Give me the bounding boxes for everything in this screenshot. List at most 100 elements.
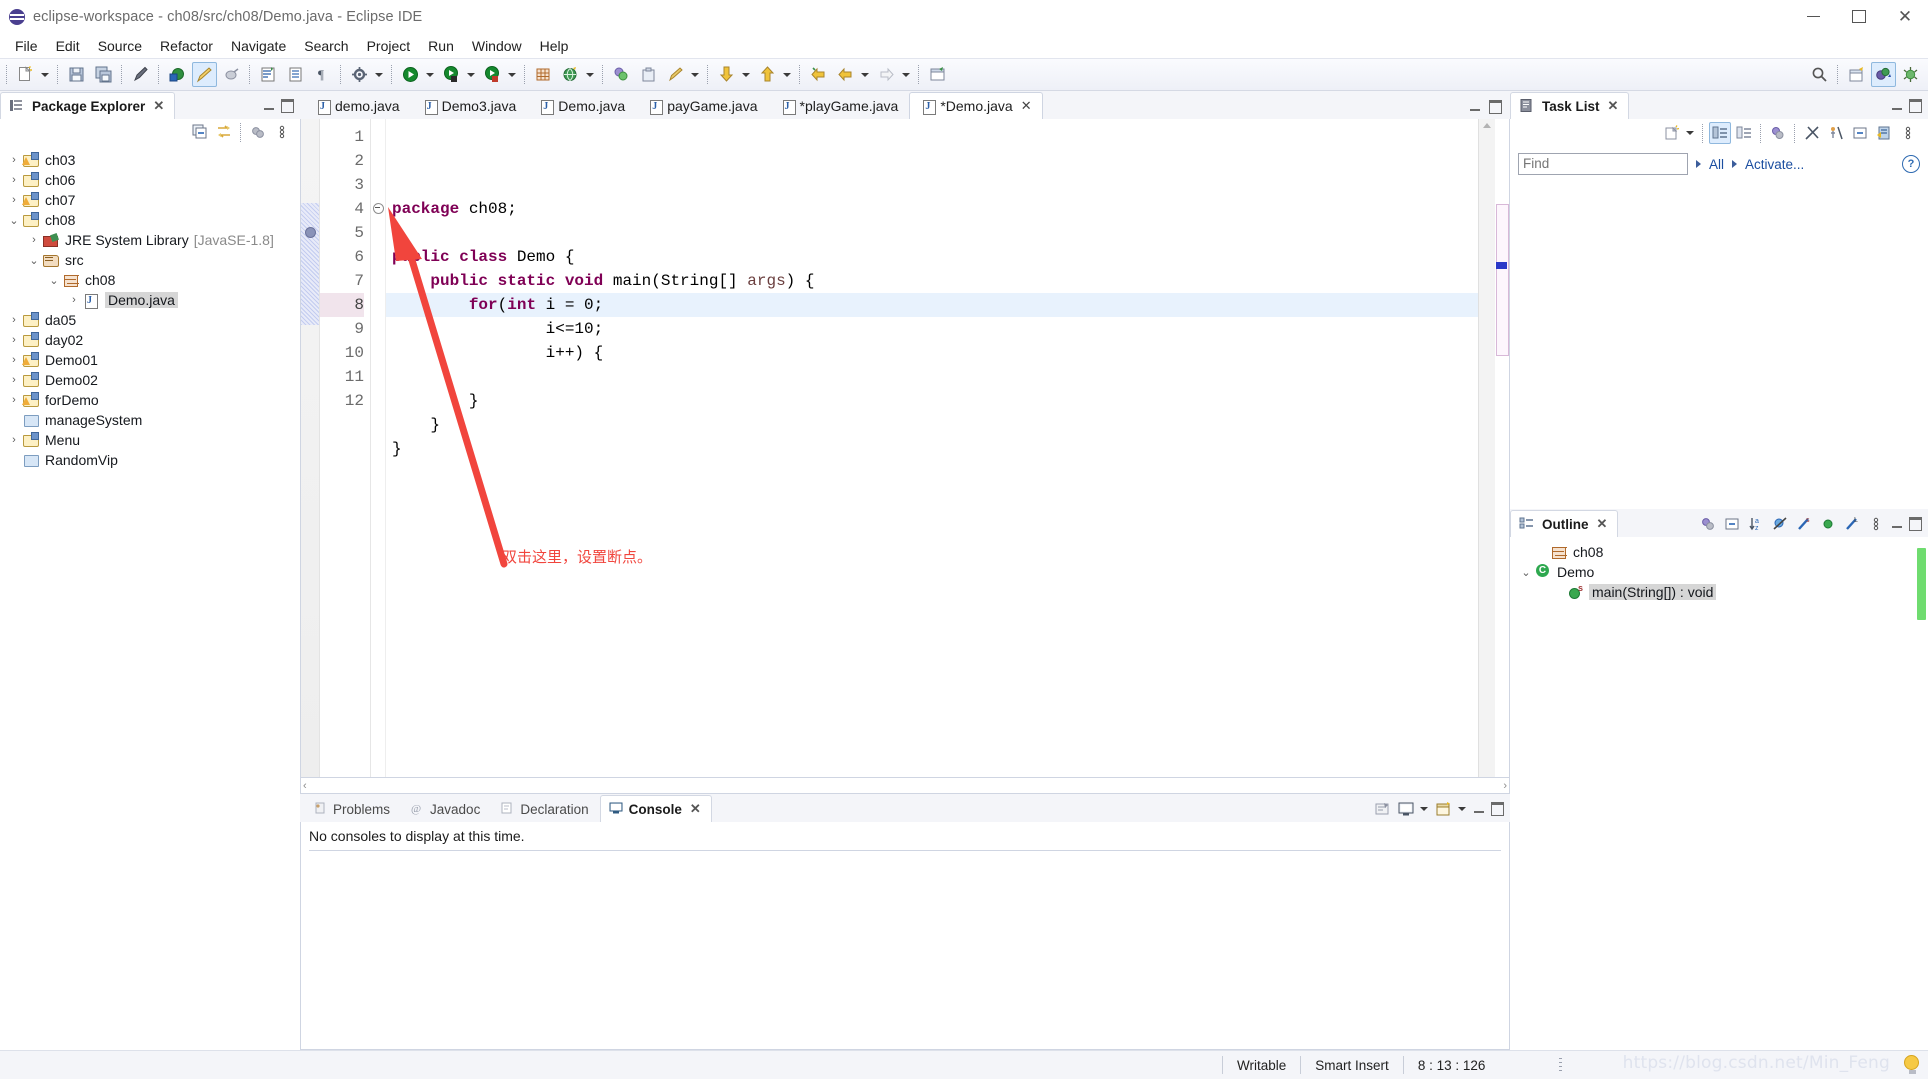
- forward-arrow-grey-icon[interactable]: [874, 62, 899, 87]
- twisty-collapsed-icon[interactable]: ›: [6, 374, 22, 386]
- find-input[interactable]: [1518, 153, 1688, 175]
- arrow-down-dropdown-icon[interactable]: [740, 63, 752, 86]
- categorized-presentation-icon[interactable]: [1709, 122, 1731, 144]
- coverage-dropdown-icon[interactable]: [506, 63, 518, 86]
- new-java-class-icon[interactable]: [283, 62, 308, 87]
- maximize-icon[interactable]: [1488, 800, 1506, 818]
- edit-note-dropdown-icon[interactable]: [689, 63, 701, 86]
- tree-item-managesystem[interactable]: ›manageSystem: [0, 410, 300, 430]
- perspective-shortcut-icon[interactable]: [925, 62, 950, 87]
- tree-item-demo02[interactable]: › Demo02: [0, 370, 300, 390]
- tree-item-da05[interactable]: › da05: [0, 310, 300, 330]
- display-console-dropdown-icon[interactable]: [1418, 798, 1430, 821]
- editor-tab-demojava[interactable]: demo.java: [304, 92, 411, 119]
- editor-vertical-scrollbar[interactable]: [1495, 119, 1509, 777]
- forward-arrow-icon[interactable]: [833, 62, 858, 87]
- tree-item-ch08[interactable]: ⌄ ch08: [0, 270, 300, 290]
- collapse-all-icon[interactable]: [1849, 122, 1871, 144]
- java-perspective-icon[interactable]: [1871, 62, 1896, 87]
- tree-item-ch03[interactable]: › ch03: [0, 150, 300, 170]
- twisty-expanded-icon[interactable]: ⌄: [26, 254, 42, 267]
- back-arrow-icon[interactable]: [806, 62, 831, 87]
- open-type-icon[interactable]: [609, 62, 634, 87]
- scroll-left-icon[interactable]: ‹: [303, 780, 307, 792]
- minimize-icon[interactable]: [260, 97, 278, 115]
- view-menu-icon[interactable]: [1865, 513, 1887, 535]
- debug-dropdown-icon[interactable]: [465, 63, 477, 86]
- quick-fix-pen-icon[interactable]: [128, 62, 153, 87]
- twisty-expanded-icon[interactable]: ⌄: [6, 214, 22, 227]
- close-icon[interactable]: ✕: [1608, 98, 1619, 114]
- folding-ruler[interactable]: [371, 119, 386, 777]
- menu-search[interactable]: Search: [295, 36, 357, 56]
- editor-marker-bar[interactable]: [301, 119, 320, 777]
- editor-tab-paygamejava[interactable]: payGame.java: [636, 92, 768, 119]
- hide-fields-icon[interactable]: [1769, 513, 1791, 535]
- pilcrow-icon[interactable]: ¶: [310, 62, 335, 87]
- close-icon[interactable]: ✕: [153, 98, 164, 114]
- close-button[interactable]: ✕: [1882, 0, 1928, 33]
- lightbulb-icon[interactable]: [1904, 1055, 1920, 1074]
- twisty-collapsed-icon[interactable]: ›: [6, 174, 22, 186]
- maximize-button[interactable]: [1836, 0, 1882, 33]
- twisty-collapsed-icon[interactable]: ›: [66, 294, 82, 306]
- tree-item-fordemo[interactable]: › forDemo: [0, 390, 300, 410]
- focus-task-icon[interactable]: [1697, 513, 1719, 535]
- open-task-icon[interactable]: [636, 62, 661, 87]
- external-tools-dropdown-icon[interactable]: [373, 63, 385, 86]
- quick-access-search-icon[interactable]: [1807, 62, 1832, 87]
- scrollbar-thumb[interactable]: [1496, 204, 1509, 356]
- run-icon[interactable]: [398, 62, 423, 87]
- forward-grey-dropdown-icon[interactable]: [900, 63, 912, 86]
- tree-item-randomvip[interactable]: ›RandomVip: [0, 450, 300, 470]
- filter-chevron-icon[interactable]: [1696, 160, 1701, 168]
- twisty-collapsed-icon[interactable]: ›: [6, 394, 22, 406]
- editor-horizontal-scrollbar[interactable]: ‹ ›: [300, 778, 1510, 794]
- menu-edit[interactable]: Edit: [47, 36, 89, 56]
- source-code-text[interactable]: package ch08; public class Demo { public…: [386, 119, 1478, 777]
- display-console-icon[interactable]: [1395, 798, 1417, 820]
- tab-task-list[interactable]: Task List ✕: [1510, 92, 1630, 119]
- package-explorer-tree[interactable]: › ch03 › ch06 › ch07 ⌄ ch08 › JRE System Library[…: [0, 146, 300, 470]
- restore-tasks-icon[interactable]: [1873, 122, 1895, 144]
- twisty-collapsed-icon[interactable]: ›: [6, 334, 22, 346]
- activate-chevron-icon[interactable]: [1732, 160, 1738, 168]
- menu-file[interactable]: File: [6, 36, 47, 56]
- tree-item-jre-system-library[interactable]: › JRE System Library [JavaSE-1.8]: [0, 230, 300, 250]
- outline-scrollbar[interactable]: [1916, 540, 1927, 1048]
- new-task-dropdown-icon[interactable]: [1684, 122, 1696, 145]
- twisty-expanded-icon[interactable]: ⌄: [46, 274, 62, 287]
- activate-link[interactable]: Activate...: [1745, 157, 1804, 172]
- twisty-collapsed-icon[interactable]: ›: [6, 314, 22, 326]
- search-globe-icon[interactable]: [558, 62, 583, 87]
- tree-item-day02[interactable]: › day02: [0, 330, 300, 350]
- fold-collapse-icon[interactable]: [373, 203, 384, 214]
- external-tools-gear-icon[interactable]: [347, 62, 372, 87]
- link-with-editor-icon[interactable]: [213, 121, 235, 143]
- menu-window[interactable]: Window: [463, 36, 531, 56]
- help-icon[interactable]: ?: [1902, 155, 1920, 173]
- outline-tree[interactable]: ›ch08⌄Demo›smain(String[]) : void: [1510, 538, 1928, 602]
- focus-on-workweek-icon[interactable]: [1801, 122, 1823, 144]
- collapse-all-icon[interactable]: [1721, 513, 1743, 535]
- hide-nonpublic-icon[interactable]: [1817, 513, 1839, 535]
- open-perspective-icon[interactable]: [1844, 62, 1869, 87]
- tree-item-demo01[interactable]: › Demo01: [0, 350, 300, 370]
- debug-perspective-icon[interactable]: [1898, 62, 1923, 87]
- hide-local-icon[interactable]: L: [1841, 513, 1863, 535]
- tree-item-demo-java[interactable]: › Demo.java: [0, 290, 300, 310]
- minimize-button[interactable]: [1790, 0, 1836, 33]
- forward-dropdown-icon[interactable]: [859, 63, 871, 86]
- outline-item-main-string-void[interactable]: ›smain(String[]) : void: [1510, 582, 1928, 602]
- new-task-icon[interactable]: [1661, 122, 1683, 144]
- menu-source[interactable]: Source: [89, 36, 151, 56]
- minimize-icon[interactable]: [1888, 515, 1906, 533]
- open-console-dropdown-icon[interactable]: [1456, 798, 1468, 821]
- debug-green-icon[interactable]: [165, 62, 190, 87]
- menu-run[interactable]: Run: [419, 36, 463, 56]
- sort-az-icon[interactable]: az: [1745, 513, 1767, 535]
- save-icon[interactable]: [64, 62, 89, 87]
- new-wizard-dropdown-icon[interactable]: [39, 63, 51, 86]
- hide-static-icon[interactable]: s: [1793, 513, 1815, 535]
- console-tab-problems[interactable]: Problems: [304, 795, 401, 822]
